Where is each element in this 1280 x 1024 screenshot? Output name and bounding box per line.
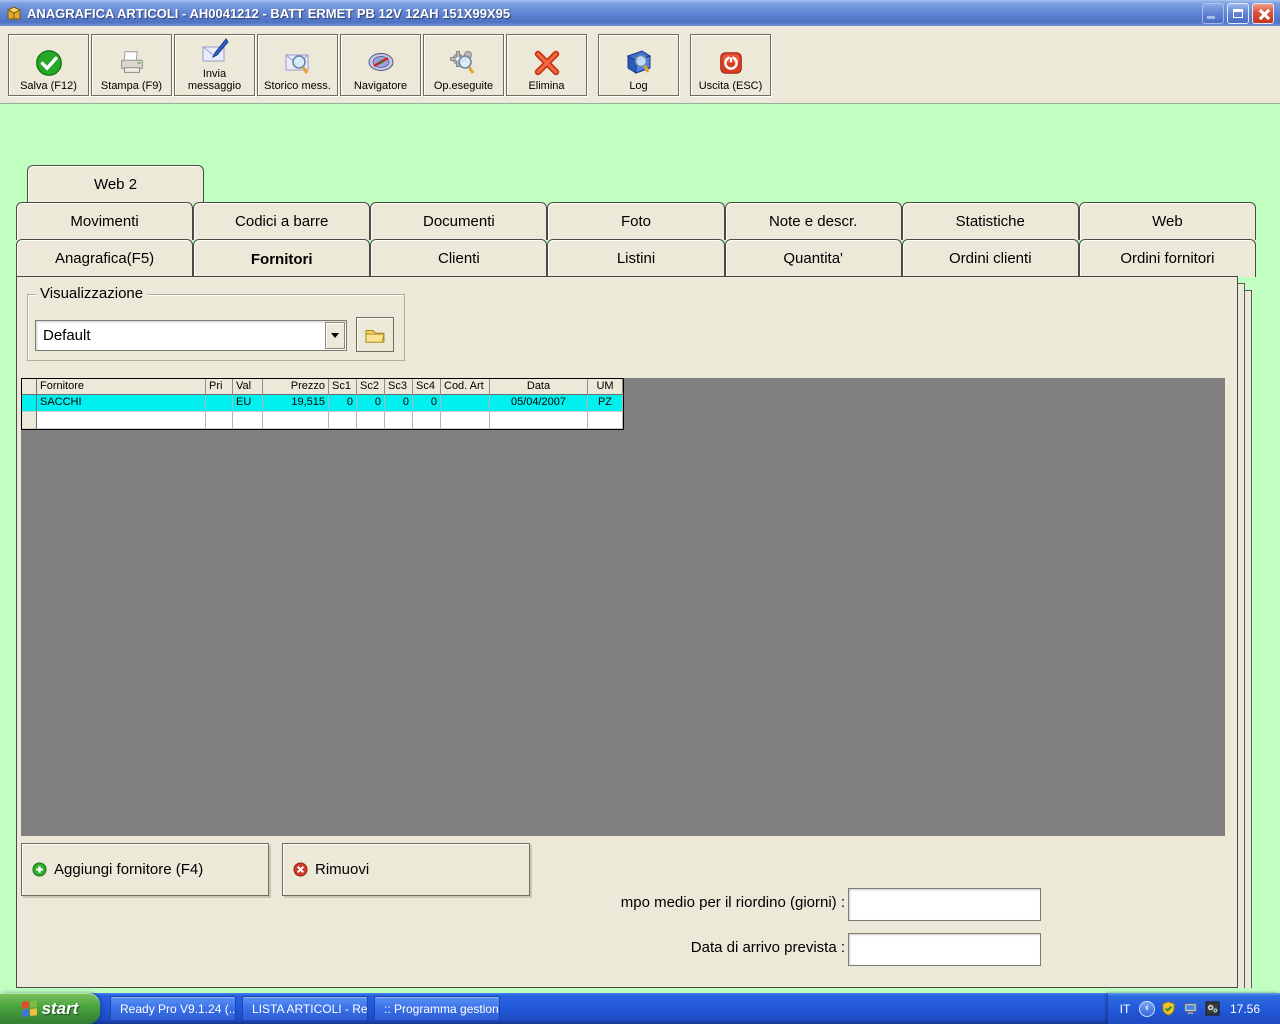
mail-pen-icon bbox=[199, 36, 231, 68]
exit-button[interactable]: Uscita (ESC) bbox=[690, 33, 771, 96]
tab-listini[interactable]: Listini bbox=[547, 239, 725, 277]
system-tray: IT ‹ 17.56 bbox=[1108, 993, 1280, 1024]
remove-circle-icon bbox=[293, 862, 308, 877]
save-check-icon bbox=[34, 46, 64, 80]
tab-movimenti[interactable]: Movimenti bbox=[16, 202, 194, 240]
tab-fornitori[interactable]: Fornitori bbox=[193, 239, 371, 278]
collapse-tray-button[interactable]: ‹ bbox=[1139, 1000, 1155, 1017]
power-icon bbox=[716, 46, 746, 80]
tab-note-e-descr[interactable]: Note e descr. bbox=[724, 202, 902, 240]
row-selector[interactable] bbox=[22, 412, 37, 429]
tab-clienti[interactable]: Clienti bbox=[370, 239, 548, 277]
gears-search-icon bbox=[448, 46, 480, 80]
save-button[interactable]: Salva (F12) bbox=[8, 33, 89, 96]
stacked-sheet-edge bbox=[1245, 290, 1252, 988]
tab-statistiche[interactable]: Statistiche bbox=[901, 202, 1079, 240]
shield-check-tray-icon[interactable] bbox=[1160, 1000, 1177, 1017]
navigator-button[interactable]: Navigatore bbox=[340, 33, 421, 96]
suppliers-table: Fornitore Pri Val Prezzo Sc1 Sc2 Sc3 Sc4… bbox=[21, 378, 624, 430]
chevron-down-icon bbox=[331, 333, 339, 338]
print-button[interactable]: Stampa (F9) bbox=[91, 33, 172, 96]
row-selector[interactable] bbox=[22, 395, 37, 412]
start-button[interactable]: start bbox=[0, 993, 100, 1024]
send-message-button[interactable]: Invia messaggio bbox=[174, 33, 255, 96]
compass-icon bbox=[365, 46, 397, 80]
fornitori-tab-page: Visualizzazione Default Fornitore Pri Va… bbox=[16, 276, 1238, 988]
tab-anagrafica[interactable]: Anagrafica(F5) bbox=[16, 239, 194, 277]
tab-quantita[interactable]: Quantita' bbox=[724, 239, 902, 277]
table-header-row: Fornitore Pri Val Prezzo Sc1 Sc2 Sc3 Sc4… bbox=[22, 379, 623, 395]
close-button[interactable] bbox=[1252, 2, 1274, 24]
window-title: ANAGRAFICA ARTICOLI - AH0041212 - BATT E… bbox=[27, 5, 511, 21]
reorder-days-input[interactable] bbox=[848, 888, 1041, 921]
tab-row-middle: Movimenti Codici a barre Documenti Foto … bbox=[16, 202, 1256, 240]
minimize-button[interactable] bbox=[1202, 2, 1224, 24]
mail-search-icon bbox=[282, 46, 314, 80]
reorder-days-label: mpo medio per il riordino (giorni) : bbox=[620, 894, 845, 911]
combobox-value: Default bbox=[43, 327, 91, 344]
language-indicator[interactable]: IT bbox=[1116, 1002, 1134, 1016]
book-search-icon bbox=[623, 46, 655, 80]
expected-arrival-input[interactable] bbox=[848, 933, 1041, 966]
stacked-sheet-edge bbox=[1237, 283, 1245, 988]
gears-tray-icon[interactable] bbox=[1204, 1000, 1221, 1017]
plus-circle-icon bbox=[32, 862, 47, 877]
groupbox-label: Visualizzazione bbox=[36, 285, 148, 302]
delete-button[interactable]: Elimina bbox=[506, 33, 587, 96]
remove-supplier-button[interactable]: Rimuovi bbox=[282, 843, 530, 896]
application-window: ANAGRAFICA ARTICOLI - AH0041212 - BATT E… bbox=[0, 0, 1280, 1024]
package-icon bbox=[6, 6, 22, 20]
operations-executed-button[interactable]: Op.eseguite bbox=[423, 33, 504, 96]
table-row[interactable] bbox=[22, 412, 623, 429]
taskbar: start Ready Pro V9.1.24 (... LISTA ARTIC… bbox=[0, 993, 1280, 1024]
tab-codici-a-barre[interactable]: Codici a barre bbox=[193, 202, 371, 240]
toolbar: Salva (F12) Stampa (F9) Invia messaggio … bbox=[0, 26, 1280, 104]
taskbar-item-lista-articoli[interactable]: LISTA ARTICOLI - Re... bbox=[242, 996, 368, 1021]
expected-arrival-label: Data di arrivo prevista : bbox=[690, 939, 845, 956]
windows-logo-icon bbox=[21, 1000, 37, 1017]
tab-ordini-fornitori[interactable]: Ordini fornitori bbox=[1078, 239, 1256, 277]
taskbar-item-programma-gestionale[interactable]: :: Programma gestion... bbox=[374, 996, 500, 1021]
add-supplier-button[interactable]: Aggiungi fornitore (F4) bbox=[21, 843, 269, 896]
tab-ordini-clienti[interactable]: Ordini clienti bbox=[901, 239, 1079, 277]
row-selector-header bbox=[22, 379, 37, 395]
suppliers-grid-panel: Fornitore Pri Val Prezzo Sc1 Sc2 Sc3 Sc4… bbox=[21, 378, 1225, 836]
open-view-button[interactable] bbox=[356, 317, 394, 352]
table-row[interactable]: SACCHI EU 19,515 0 0 0 0 05/04/2007 PZ bbox=[22, 395, 623, 412]
restore-button[interactable] bbox=[1227, 2, 1249, 24]
tab-row-bottom: Anagrafica(F5) Fornitori Clienti Listini… bbox=[16, 239, 1256, 278]
printer-icon bbox=[117, 46, 147, 80]
tab-foto[interactable]: Foto bbox=[547, 202, 725, 240]
tab-web[interactable]: Web bbox=[1078, 202, 1256, 240]
tab-row-top: Web 2 bbox=[27, 165, 204, 203]
display-tray-icon[interactable] bbox=[1182, 1000, 1199, 1017]
message-history-button[interactable]: Storico mess. bbox=[257, 33, 338, 96]
red-x-icon bbox=[531, 46, 563, 80]
taskbar-item-readypro[interactable]: Ready Pro V9.1.24 (... bbox=[110, 996, 236, 1021]
title-bar: ANAGRAFICA ARTICOLI - AH0041212 - BATT E… bbox=[0, 0, 1280, 26]
folder-icon bbox=[365, 329, 385, 343]
view-combobox[interactable]: Default bbox=[35, 320, 347, 351]
clock[interactable]: 17.56 bbox=[1230, 1002, 1260, 1016]
tab-documenti[interactable]: Documenti bbox=[370, 202, 548, 240]
log-button[interactable]: Log bbox=[598, 33, 679, 96]
combobox-dropdown-button[interactable] bbox=[325, 322, 345, 349]
tab-web2[interactable]: Web 2 bbox=[27, 165, 204, 203]
